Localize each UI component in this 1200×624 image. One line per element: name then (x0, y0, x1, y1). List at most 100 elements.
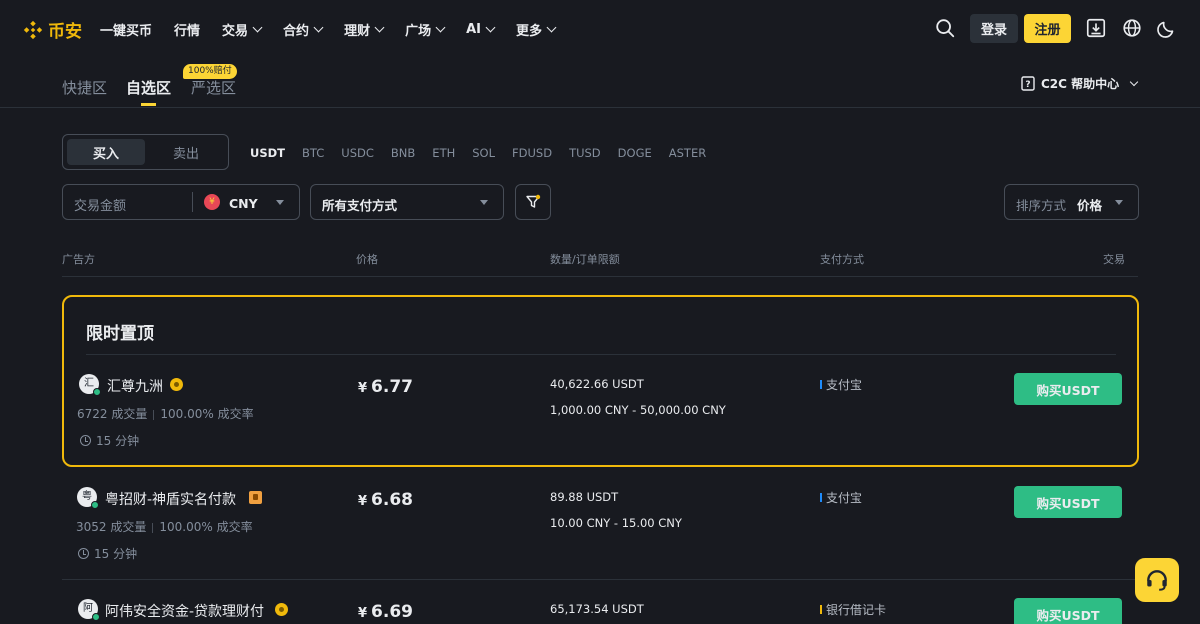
avatar[interactable]: 粤 (77, 487, 99, 509)
brand-logo[interactable]: 币安 (22, 17, 82, 42)
coin-tab-doge[interactable]: DOGE (618, 146, 652, 160)
register-button[interactable]: 注册 (1024, 14, 1071, 43)
nav-item-earn[interactable]: 理财 (344, 20, 385, 39)
caret-down-icon (276, 200, 284, 205)
coin-tab-aster[interactable]: ASTER (669, 146, 706, 160)
funnel-icon (526, 194, 541, 208)
ad-price: ¥6.68 (358, 490, 413, 510)
online-status-dot (93, 388, 101, 396)
chevron-down-icon (374, 22, 385, 32)
nav-item-label: 广场 (405, 23, 432, 39)
chevron-down-icon (546, 22, 557, 32)
col-header-advertiser: 广告方 (62, 253, 95, 266)
buy-toggle-button[interactable]: 买入 (67, 139, 145, 165)
tab-verified[interactable]: 严选区 (191, 77, 236, 98)
main-nav: 一键买币 行情 交易 合约 理财 广场 AI 更多 (100, 0, 577, 58)
filter-button[interactable] (515, 184, 551, 220)
caret-down-icon (1115, 200, 1123, 205)
order-limit: 1,000.00 CNY - 50,000.00 CNY (550, 403, 726, 417)
caret-down-icon (480, 200, 488, 205)
nav-item-futures[interactable]: 合约 (283, 20, 324, 39)
sort-label: 排序方式 (1016, 198, 1067, 213)
nav-item-ai[interactable]: AI (466, 22, 496, 37)
avatar[interactable]: 阿 (78, 599, 100, 621)
advertiser-name[interactable]: 阿伟安全资金-贷款理财付 (105, 601, 264, 621)
col-header-amount-limit: 数量/订单限额 (550, 253, 620, 266)
payment-color-bar (820, 380, 822, 389)
amount-filter: 交易金额 ¥ CNY (62, 184, 300, 220)
payment-method: 银行借记卡 (820, 601, 886, 618)
buy-sell-toggle: 买入 卖出 (62, 134, 229, 170)
chevron-down-icon (252, 22, 263, 32)
avatar-initial: 汇 (84, 378, 94, 389)
advertiser-name[interactable]: 汇尊九洲 (107, 376, 163, 396)
col-header-payment: 支付方式 (820, 253, 864, 266)
sort-value: 价格 (1077, 198, 1103, 213)
coin-tab-eth[interactable]: ETH (432, 146, 455, 160)
advertiser-stats: 6722 成交量 100.00% 成交率 (77, 405, 254, 422)
top-navbar: 币安 一键买币 行情 交易 合约 理财 广场 AI 更多 登录 注册 (0, 0, 1200, 58)
binance-logo-icon (23, 20, 43, 39)
dark-mode-icon[interactable] (1156, 17, 1178, 39)
help-document-icon: ? (1021, 76, 1035, 91)
coin-tab-usdt[interactable]: USDT (250, 146, 285, 160)
amount-input[interactable]: 交易金额 (74, 195, 126, 214)
c2c-help-center[interactable]: ? C2C 帮助中心 (1021, 75, 1139, 92)
shield-merchant-icon (249, 491, 262, 504)
coin-tab-btc[interactable]: BTC (302, 146, 324, 160)
compensation-badge: 100%赔付 (183, 64, 237, 79)
price-value: 6.68 (371, 490, 413, 510)
divider (86, 354, 1116, 355)
avatar[interactable]: 汇 (79, 374, 101, 396)
tab-p2p[interactable]: 自选区 (126, 77, 171, 98)
payment-method-label: 支付宝 (826, 491, 863, 505)
clock-icon (78, 548, 89, 559)
search-icon[interactable] (934, 17, 956, 39)
buy-usdt-button[interactable]: 购买USDT (1014, 598, 1122, 624)
coin-tabs: USDT BTC USDC BNB ETH SOL FDUSD TUSD DOG… (250, 146, 723, 160)
payment-method: 支付宝 (820, 489, 862, 506)
payment-time-label: 15 分钟 (96, 434, 140, 448)
price-value: 6.69 (371, 602, 413, 622)
tab-express[interactable]: 快捷区 (62, 77, 107, 98)
verified-merchant-icon (275, 603, 288, 616)
login-button[interactable]: 登录 (970, 14, 1018, 43)
currency-symbol: ¥ (358, 494, 368, 509)
coin-tab-fdusd[interactable]: FDUSD (512, 146, 552, 160)
currency-symbol: ¥ (358, 381, 368, 396)
row-divider (62, 579, 1138, 580)
globe-icon[interactable] (1121, 17, 1143, 39)
buy-usdt-button[interactable]: 购买USDT (1014, 486, 1122, 518)
avatar-initial: 阿 (83, 603, 93, 614)
headset-icon (1147, 570, 1167, 591)
sell-toggle-button[interactable]: 卖出 (147, 139, 225, 165)
buy-usdt-button[interactable]: 购买USDT (1014, 373, 1122, 405)
download-icon[interactable] (1085, 17, 1107, 39)
payment-method-label: 支付宝 (826, 378, 863, 392)
advertiser-name[interactable]: 粤招财-神盾实名付款 (105, 489, 236, 509)
coin-tab-sol[interactable]: SOL (472, 146, 495, 160)
sort-select[interactable]: 排序方式 价格 (1004, 184, 1139, 220)
col-header-price: 价格 (356, 253, 378, 266)
payment-color-bar (820, 493, 822, 502)
nav-item-more[interactable]: 更多 (516, 20, 557, 39)
payment-method-select[interactable]: 所有支付方式 (310, 184, 504, 220)
nav-item-quick-buy[interactable]: 一键买币 (100, 20, 152, 39)
nav-item-label: 合约 (283, 23, 310, 39)
coin-tab-usdc[interactable]: USDC (341, 146, 374, 160)
nav-item-square[interactable]: 广场 (405, 20, 446, 39)
currency-select[interactable]: CNY (229, 196, 258, 211)
online-status-dot (91, 501, 99, 509)
nav-item-trade[interactable]: 交易 (222, 20, 263, 39)
nav-item-markets[interactable]: 行情 (174, 20, 200, 39)
chevron-down-icon (485, 22, 496, 32)
divider (153, 409, 155, 420)
trade-volume: 6722 成交量 (77, 407, 148, 421)
avatar-initial: 粤 (82, 491, 92, 502)
help-center-label: C2C 帮助中心 (1041, 77, 1120, 91)
customer-support-button[interactable] (1135, 558, 1179, 602)
coin-tab-bnb[interactable]: BNB (391, 146, 415, 160)
payment-method-label: 所有支付方式 (322, 198, 398, 213)
coin-tab-tusd[interactable]: TUSD (569, 146, 601, 160)
chevron-down-icon (313, 22, 324, 32)
